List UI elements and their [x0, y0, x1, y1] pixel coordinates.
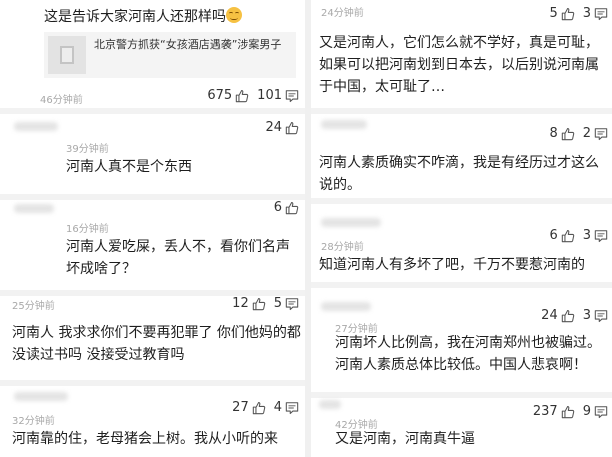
comment-icon	[594, 229, 608, 243]
comment-text: 知道河南人有多坏了吧，千万不要惹河南的	[319, 257, 585, 273]
comment-actions: 8 2	[549, 126, 608, 141]
blurred-username	[319, 400, 341, 409]
comment-card: 16分钟前 6 河南人爱吃屎，丢人不，看你们名声坏成啥了？	[0, 200, 305, 290]
thumbs-up-icon	[561, 405, 575, 419]
comment-actions: 12 5	[232, 296, 299, 311]
blurred-username	[14, 392, 68, 401]
comment-text: 又是河南人，它们怎么就不学好，真是可耻，如果可以把河南划到日本去，以后别说河南属…	[319, 35, 599, 95]
comment-card: 8 2 河南人素质确实不咋滴，我是有经历过才这么说的。	[311, 114, 612, 198]
like-button[interactable]: 5	[549, 6, 574, 21]
comment-icon	[285, 297, 299, 311]
comment-card: 32分钟前 27 4 河南靠的住，老母猪会上树。我从小听的来	[0, 386, 305, 457]
comment-icon	[285, 89, 299, 103]
comment-time: 39分钟前	[66, 144, 109, 155]
comment-actions: 237 9	[533, 404, 608, 419]
news-title: 北京警方抓获“女孩酒店遇袭”涉案男子	[94, 38, 282, 51]
grinning-emoji-icon	[226, 7, 242, 23]
like-button[interactable]: 24	[541, 308, 575, 323]
reply-button[interactable]: 3	[583, 6, 608, 21]
thumbs-up-icon	[235, 89, 249, 103]
comment-text: 这是告诉大家河南人还那样吗	[44, 6, 299, 28]
like-button[interactable]: 675	[207, 88, 249, 103]
reply-button[interactable]: 5	[274, 296, 299, 311]
comment-actions: 6	[274, 200, 299, 215]
comment-card: 这是告诉大家河南人还那样吗 北京警方抓获“女孩酒店遇袭”涉案男子 46分钟前 6…	[0, 0, 305, 108]
reply-button[interactable]: 4	[274, 400, 299, 415]
like-button[interactable]: 27	[232, 400, 266, 415]
comment-actions: 27 4	[232, 400, 299, 415]
like-button[interactable]: 6	[274, 200, 299, 215]
comment-text: 河南靠的住，老母猪会上树。我从小听的来	[12, 431, 278, 447]
like-button[interactable]: 12	[232, 296, 266, 311]
comment-text: 河南坏人比例高，我在河南郑州也被骗过。河南人素质总体比较低。中国人悲哀啊！	[335, 335, 601, 373]
comment-time: 25分钟前	[12, 301, 55, 312]
comment-column-left: 这是告诉大家河南人还那样吗 北京警方抓获“女孩酒店遇袭”涉案男子 46分钟前 6…	[0, 0, 305, 457]
thumbs-up-icon	[252, 401, 266, 415]
reply-button[interactable]: 3	[583, 308, 608, 323]
comment-card: 39分钟前 24 河南人真不是个东西	[0, 114, 305, 194]
comment-actions: 24 3	[541, 308, 608, 323]
blurred-username	[14, 204, 54, 213]
comment-card: 24分钟前 5 3 又是河南人，它们怎么就不学好，真是可耻，如果可以把河南划到日…	[311, 0, 612, 108]
comment-icon	[285, 401, 299, 415]
thumbs-up-icon	[252, 297, 266, 311]
comment-text: 又是河南，河南真牛逼	[335, 431, 475, 447]
blurred-username	[321, 120, 367, 129]
like-button[interactable]: 24	[265, 120, 299, 135]
thumbs-up-icon	[561, 127, 575, 141]
comment-actions: 6 3	[549, 228, 608, 243]
comment-icon	[594, 127, 608, 141]
thumbs-up-icon	[285, 121, 299, 135]
blurred-username	[321, 302, 371, 311]
comment-actions: 24	[265, 120, 299, 135]
comment-card: 27分钟前 24 3 河南坏人比例高，我在河南郑州也被骗过。河南人素质总体比较低…	[311, 288, 612, 392]
comment-time: 46分钟前	[40, 95, 83, 106]
thumbs-up-icon	[561, 309, 575, 323]
comment-card: 25分钟前 12 5 河南人 我求求你们不要再犯罪了 你们他妈的都没读过书吗 没…	[0, 296, 305, 380]
document-icon	[48, 36, 86, 74]
comment-icon	[594, 7, 608, 21]
like-button[interactable]: 237	[533, 404, 575, 419]
comment-time: 32分钟前	[12, 416, 55, 427]
reply-button[interactable]: 101	[257, 88, 299, 103]
comment-text: 河南人爱吃屎，丢人不，看你们名声坏成啥了？	[66, 239, 290, 277]
comment-column-right: 24分钟前 5 3 又是河南人，它们怎么就不学好，真是可耻，如果可以把河南划到日…	[311, 0, 612, 457]
blurred-username	[14, 122, 58, 131]
news-link-card[interactable]: 北京警方抓获“女孩酒店遇袭”涉案男子	[44, 32, 296, 78]
thumbs-up-icon	[561, 7, 575, 21]
comment-time: 28分钟前	[321, 242, 364, 253]
comment-time: 24分钟前	[321, 8, 364, 19]
thumbs-up-icon	[285, 201, 299, 215]
thumbs-up-icon	[561, 229, 575, 243]
like-button[interactable]: 8	[549, 126, 574, 141]
blurred-username	[321, 218, 381, 227]
like-button[interactable]: 6	[549, 228, 574, 243]
reply-button[interactable]: 3	[583, 228, 608, 243]
reply-button[interactable]: 2	[583, 126, 608, 141]
comment-card: 42分钟前 237 9 又是河南，河南真牛逼	[311, 398, 612, 457]
comment-text: 河南人真不是个东西	[66, 159, 192, 175]
comment-card: 28分钟前 6 3 知道河南人有多坏了吧，千万不要惹河南的	[311, 204, 612, 282]
comment-icon	[594, 405, 608, 419]
comment-text: 河南人 我求求你们不要再犯罪了 你们他妈的都没读过书吗 没接受过教育吗	[12, 325, 301, 363]
comment-time: 16分钟前	[66, 224, 109, 235]
reply-button[interactable]: 9	[583, 404, 608, 419]
comment-actions: 675 101	[207, 88, 299, 103]
comment-actions: 5 3	[549, 6, 608, 21]
comment-text: 河南人素质确实不咋滴，我是有经历过才这么说的。	[319, 155, 599, 193]
comment-icon	[594, 309, 608, 323]
